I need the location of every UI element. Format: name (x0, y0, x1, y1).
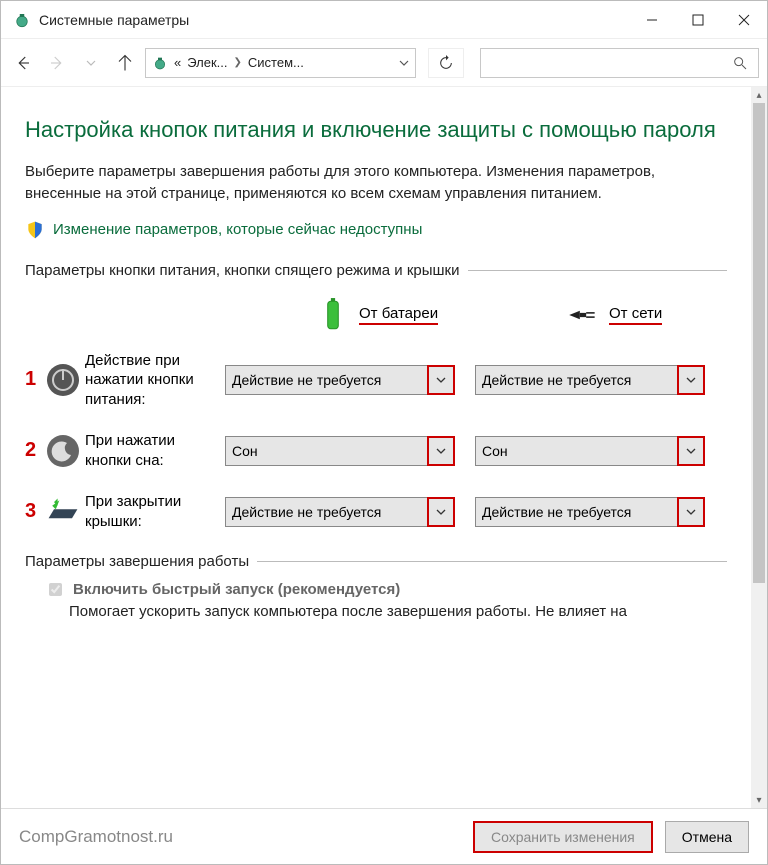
shield-icon (25, 220, 45, 240)
page-heading: Настройка кнопок питания и включение защ… (25, 115, 727, 145)
chevron-right-icon: ❯ (234, 57, 242, 68)
power-button-icon (45, 362, 81, 398)
plug-icon (565, 297, 601, 333)
row-label: Действие при нажатии кнопки питания: (85, 351, 225, 410)
divider (257, 561, 727, 562)
row-label: При закрытии крышки: (85, 492, 225, 531)
scroll-thumb[interactable] (753, 103, 765, 583)
window: Системные параметры « Элек... ❯ Систем..… (0, 0, 768, 865)
save-button[interactable]: Сохранить изменения (473, 821, 653, 853)
column-battery-label: От батареи (359, 305, 438, 325)
footer: CompGramotnost.ru Сохранить изменения От… (1, 808, 767, 864)
power-button-plugged-select[interactable]: Действие не требуется (475, 365, 705, 395)
row-label: При нажатии кнопки сна: (85, 431, 225, 470)
column-plugged-label: От сети (609, 305, 662, 325)
cancel-button[interactable]: Отмена (665, 821, 749, 853)
refresh-button[interactable] (428, 48, 464, 78)
breadcrumb-item[interactable]: Элек... (187, 55, 227, 70)
forward-button[interactable] (43, 49, 71, 77)
sleep-button-icon (45, 433, 81, 469)
close-button[interactable] (721, 2, 767, 38)
back-button[interactable] (9, 49, 37, 77)
recent-dropdown[interactable] (77, 49, 105, 77)
lid-battery-select[interactable]: Действие не требуется (225, 497, 455, 527)
minimize-button[interactable] (629, 2, 675, 38)
content-area: Настройка кнопок питания и включение защ… (1, 87, 767, 808)
scrollbar[interactable]: ▴ ▾ (751, 87, 767, 808)
setting-row-lid-close: 3 При закрытии крышки: Действие не требу… (25, 492, 727, 531)
watermark: CompGramotnost.ru (19, 827, 461, 847)
maximize-button[interactable] (675, 2, 721, 38)
chevron-down-icon[interactable] (399, 58, 409, 68)
row-number: 1 (25, 368, 45, 391)
row-number: 2 (25, 439, 45, 462)
sleep-button-battery-select[interactable]: Сон (225, 436, 455, 466)
change-unavailable-link[interactable]: Изменение параметров, которые сейчас нед… (53, 221, 422, 238)
up-button[interactable] (111, 49, 139, 77)
window-title: Системные параметры (39, 12, 629, 28)
address-icon (152, 55, 168, 71)
row-number: 3 (25, 500, 45, 523)
breadcrumb-item[interactable]: Систем... (248, 55, 304, 70)
titlebar: Системные параметры (1, 1, 767, 39)
navbar: « Элек... ❯ Систем... (1, 39, 767, 87)
section-title: Параметры кнопки питания, кнопки спящего… (25, 262, 460, 279)
search-box[interactable] (480, 48, 759, 78)
address-bar[interactable]: « Элек... ❯ Систем... (145, 48, 416, 78)
breadcrumb-prefix: « (174, 55, 181, 70)
lid-plugged-select[interactable]: Действие не требуется (475, 497, 705, 527)
setting-row-power-button: 1 Действие при нажатии кнопки питания: Д… (25, 351, 727, 410)
page-description: Выберите параметры завершения работы для… (25, 161, 727, 206)
fast-startup-desc: Помогает ускорить запуск компьютера посл… (69, 603, 727, 620)
battery-icon (315, 297, 351, 333)
fast-startup-label: Включить быстрый запуск (рекомендуется) (73, 581, 400, 598)
app-icon (13, 11, 31, 29)
sleep-button-plugged-select[interactable]: Сон (475, 436, 705, 466)
section-title: Параметры завершения работы (25, 553, 249, 570)
search-icon (732, 55, 748, 71)
fast-startup-checkbox (49, 583, 62, 596)
setting-row-sleep-button: 2 При нажатии кнопки сна: Сон Сон (25, 431, 727, 470)
divider (468, 270, 727, 271)
power-button-battery-select[interactable]: Действие не требуется (225, 365, 455, 395)
scroll-down-icon[interactable]: ▾ (751, 792, 767, 808)
scroll-up-icon[interactable]: ▴ (751, 87, 767, 103)
lid-close-icon (45, 494, 81, 530)
